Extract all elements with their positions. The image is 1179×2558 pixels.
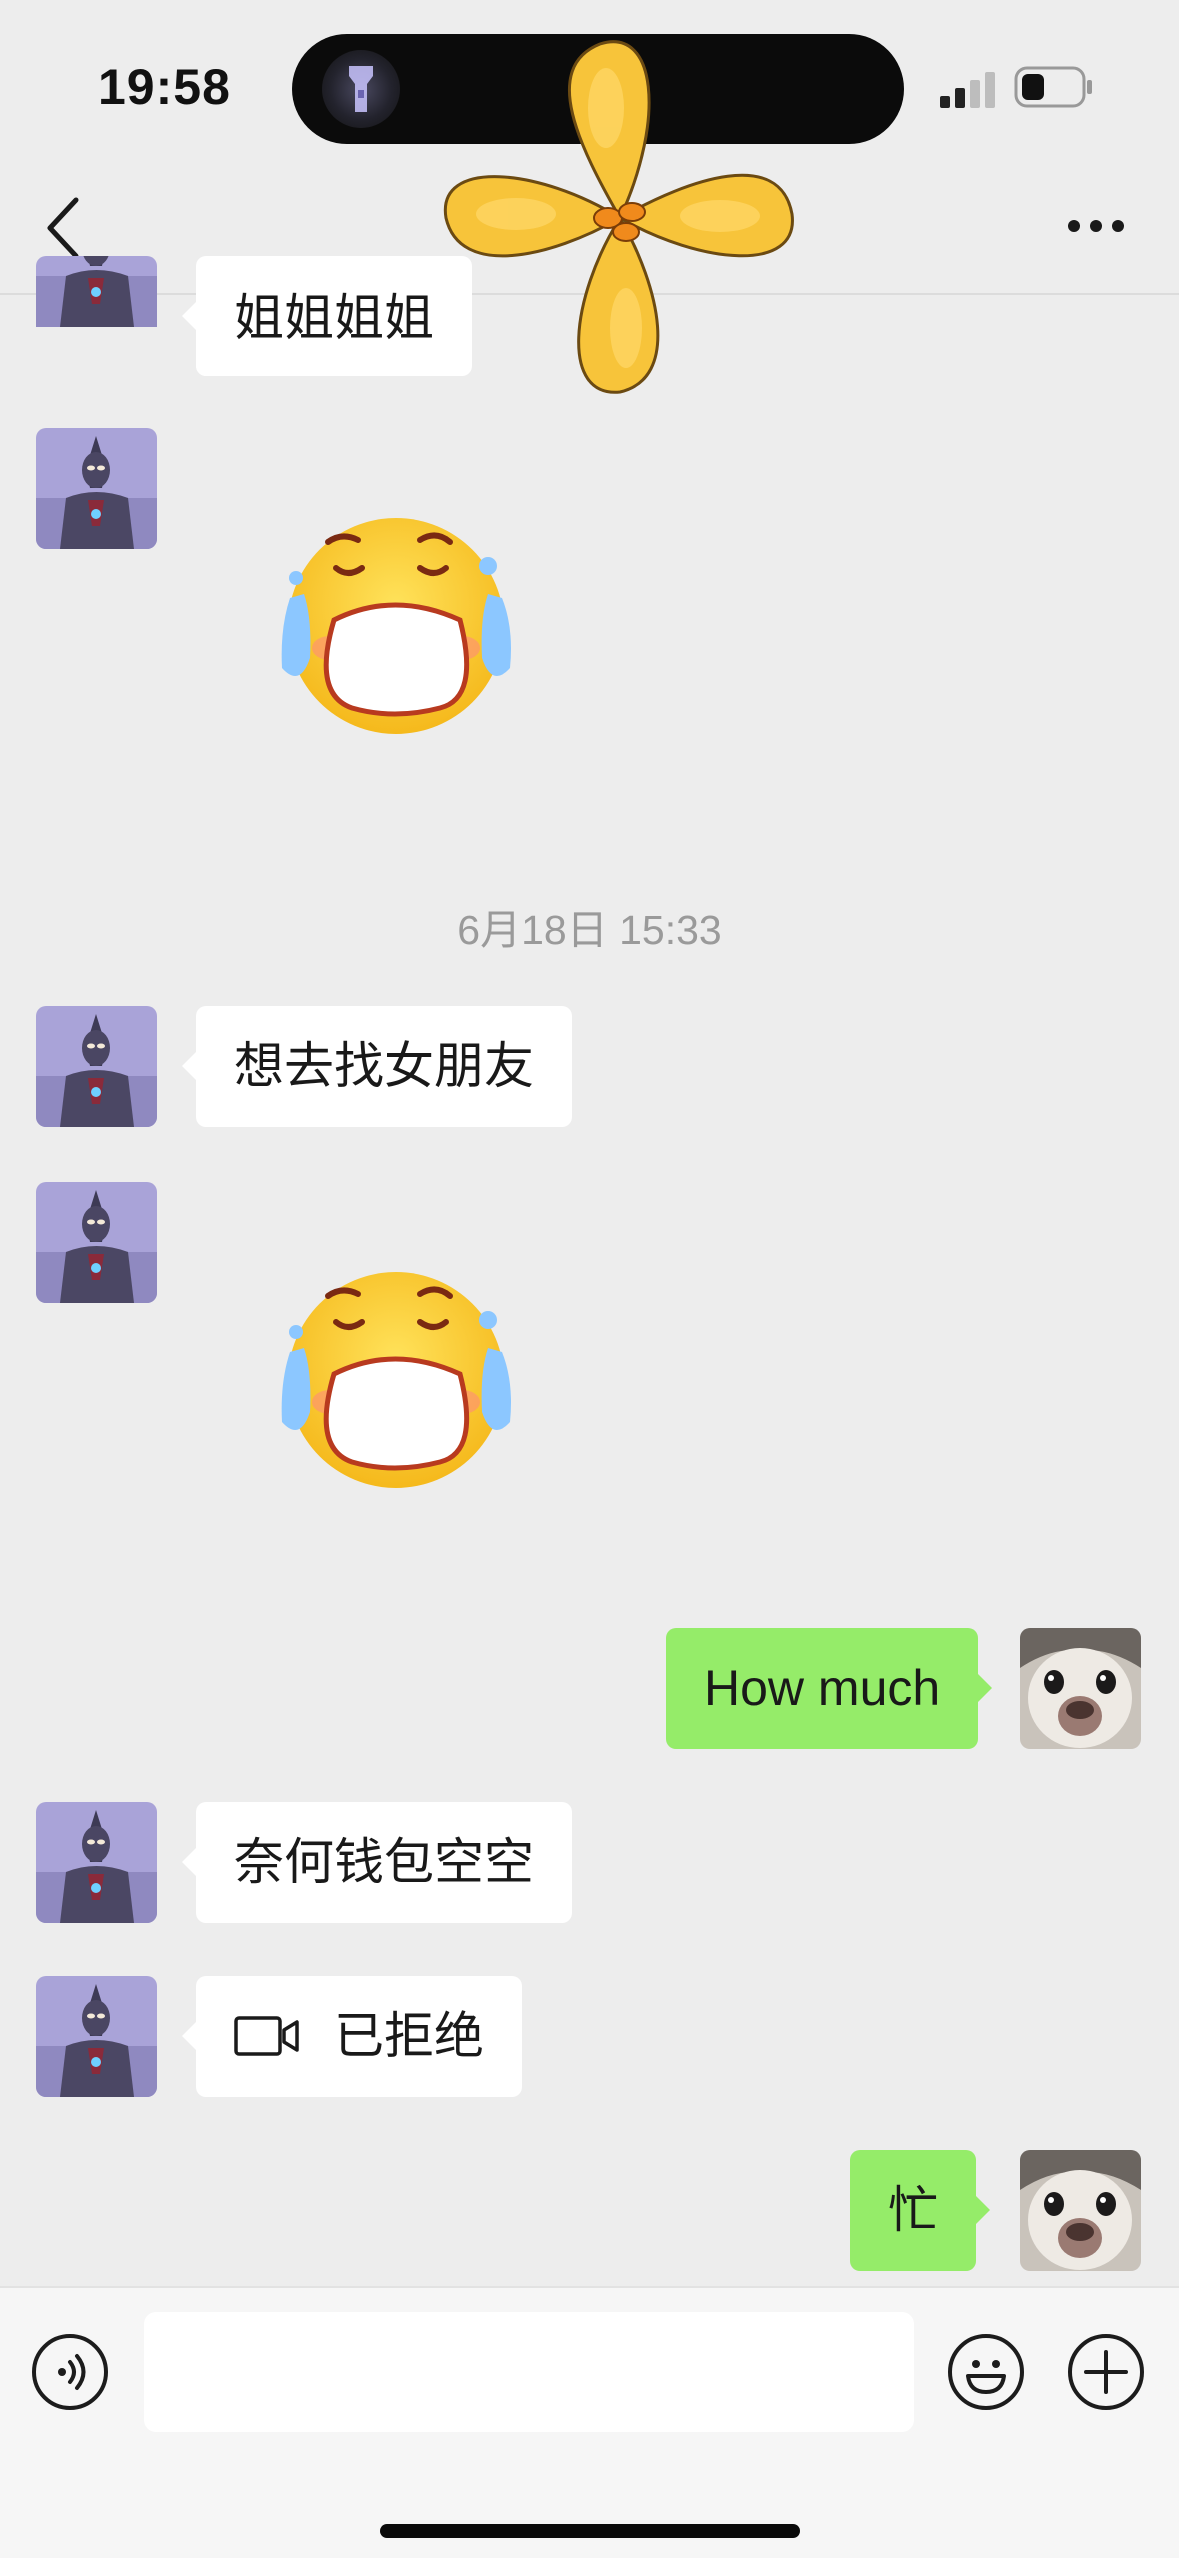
crying-face-sticker[interactable] <box>270 498 520 738</box>
contact-avatar[interactable] <box>36 428 157 549</box>
message-text: 姐姐姐姐 <box>234 289 434 347</box>
message-text: 忙 <box>888 2181 938 2239</box>
message-input[interactable] <box>144 2312 914 2432</box>
contact-avatar[interactable] <box>36 1976 157 2097</box>
signal-icon <box>940 72 995 108</box>
message-bubble[interactable]: How much <box>666 1628 993 1749</box>
plus-icon[interactable] <box>1068 2334 1144 2410</box>
status-time: 19:58 <box>98 59 231 115</box>
message-bubble[interactable]: 想去找女朋友 <box>182 1006 572 1127</box>
back-icon[interactable] <box>44 196 84 260</box>
message-text: 奈何钱包空空 <box>234 1833 534 1891</box>
message-bubble[interactable]: 奈何钱包空空 <box>182 1802 572 1923</box>
message-text: How much <box>704 1660 941 1716</box>
my-avatar[interactable] <box>1020 2150 1141 2271</box>
battery-icon <box>1014 66 1092 108</box>
crying-face-sticker[interactable] <box>270 1252 520 1492</box>
contact-avatar[interactable] <box>36 1802 157 1923</box>
video-call-bubble[interactable]: 已拒绝 <box>182 1976 522 2097</box>
chat-timestamp: 6月18日 15:33 <box>457 907 722 953</box>
my-avatar[interactable] <box>1020 1628 1141 1749</box>
contact-avatar[interactable] <box>36 1006 157 1127</box>
message-bubble[interactable]: 忙 <box>850 2150 990 2271</box>
message-text: 已拒绝 <box>334 2007 484 2065</box>
message-text: 想去找女朋友 <box>234 1037 534 1095</box>
input-bar <box>0 2286 1179 2558</box>
emoji-icon[interactable] <box>948 2334 1024 2410</box>
more-icon[interactable] <box>1066 218 1126 234</box>
home-indicator <box>380 2524 800 2538</box>
flashlight-icon[interactable] <box>322 50 400 128</box>
video-call-icon <box>234 2015 299 2056</box>
voice-icon[interactable] <box>32 2334 108 2410</box>
contact-avatar[interactable] <box>36 1182 157 1303</box>
flower-decoration <box>443 40 794 394</box>
contact-avatar[interactable] <box>36 256 157 376</box>
